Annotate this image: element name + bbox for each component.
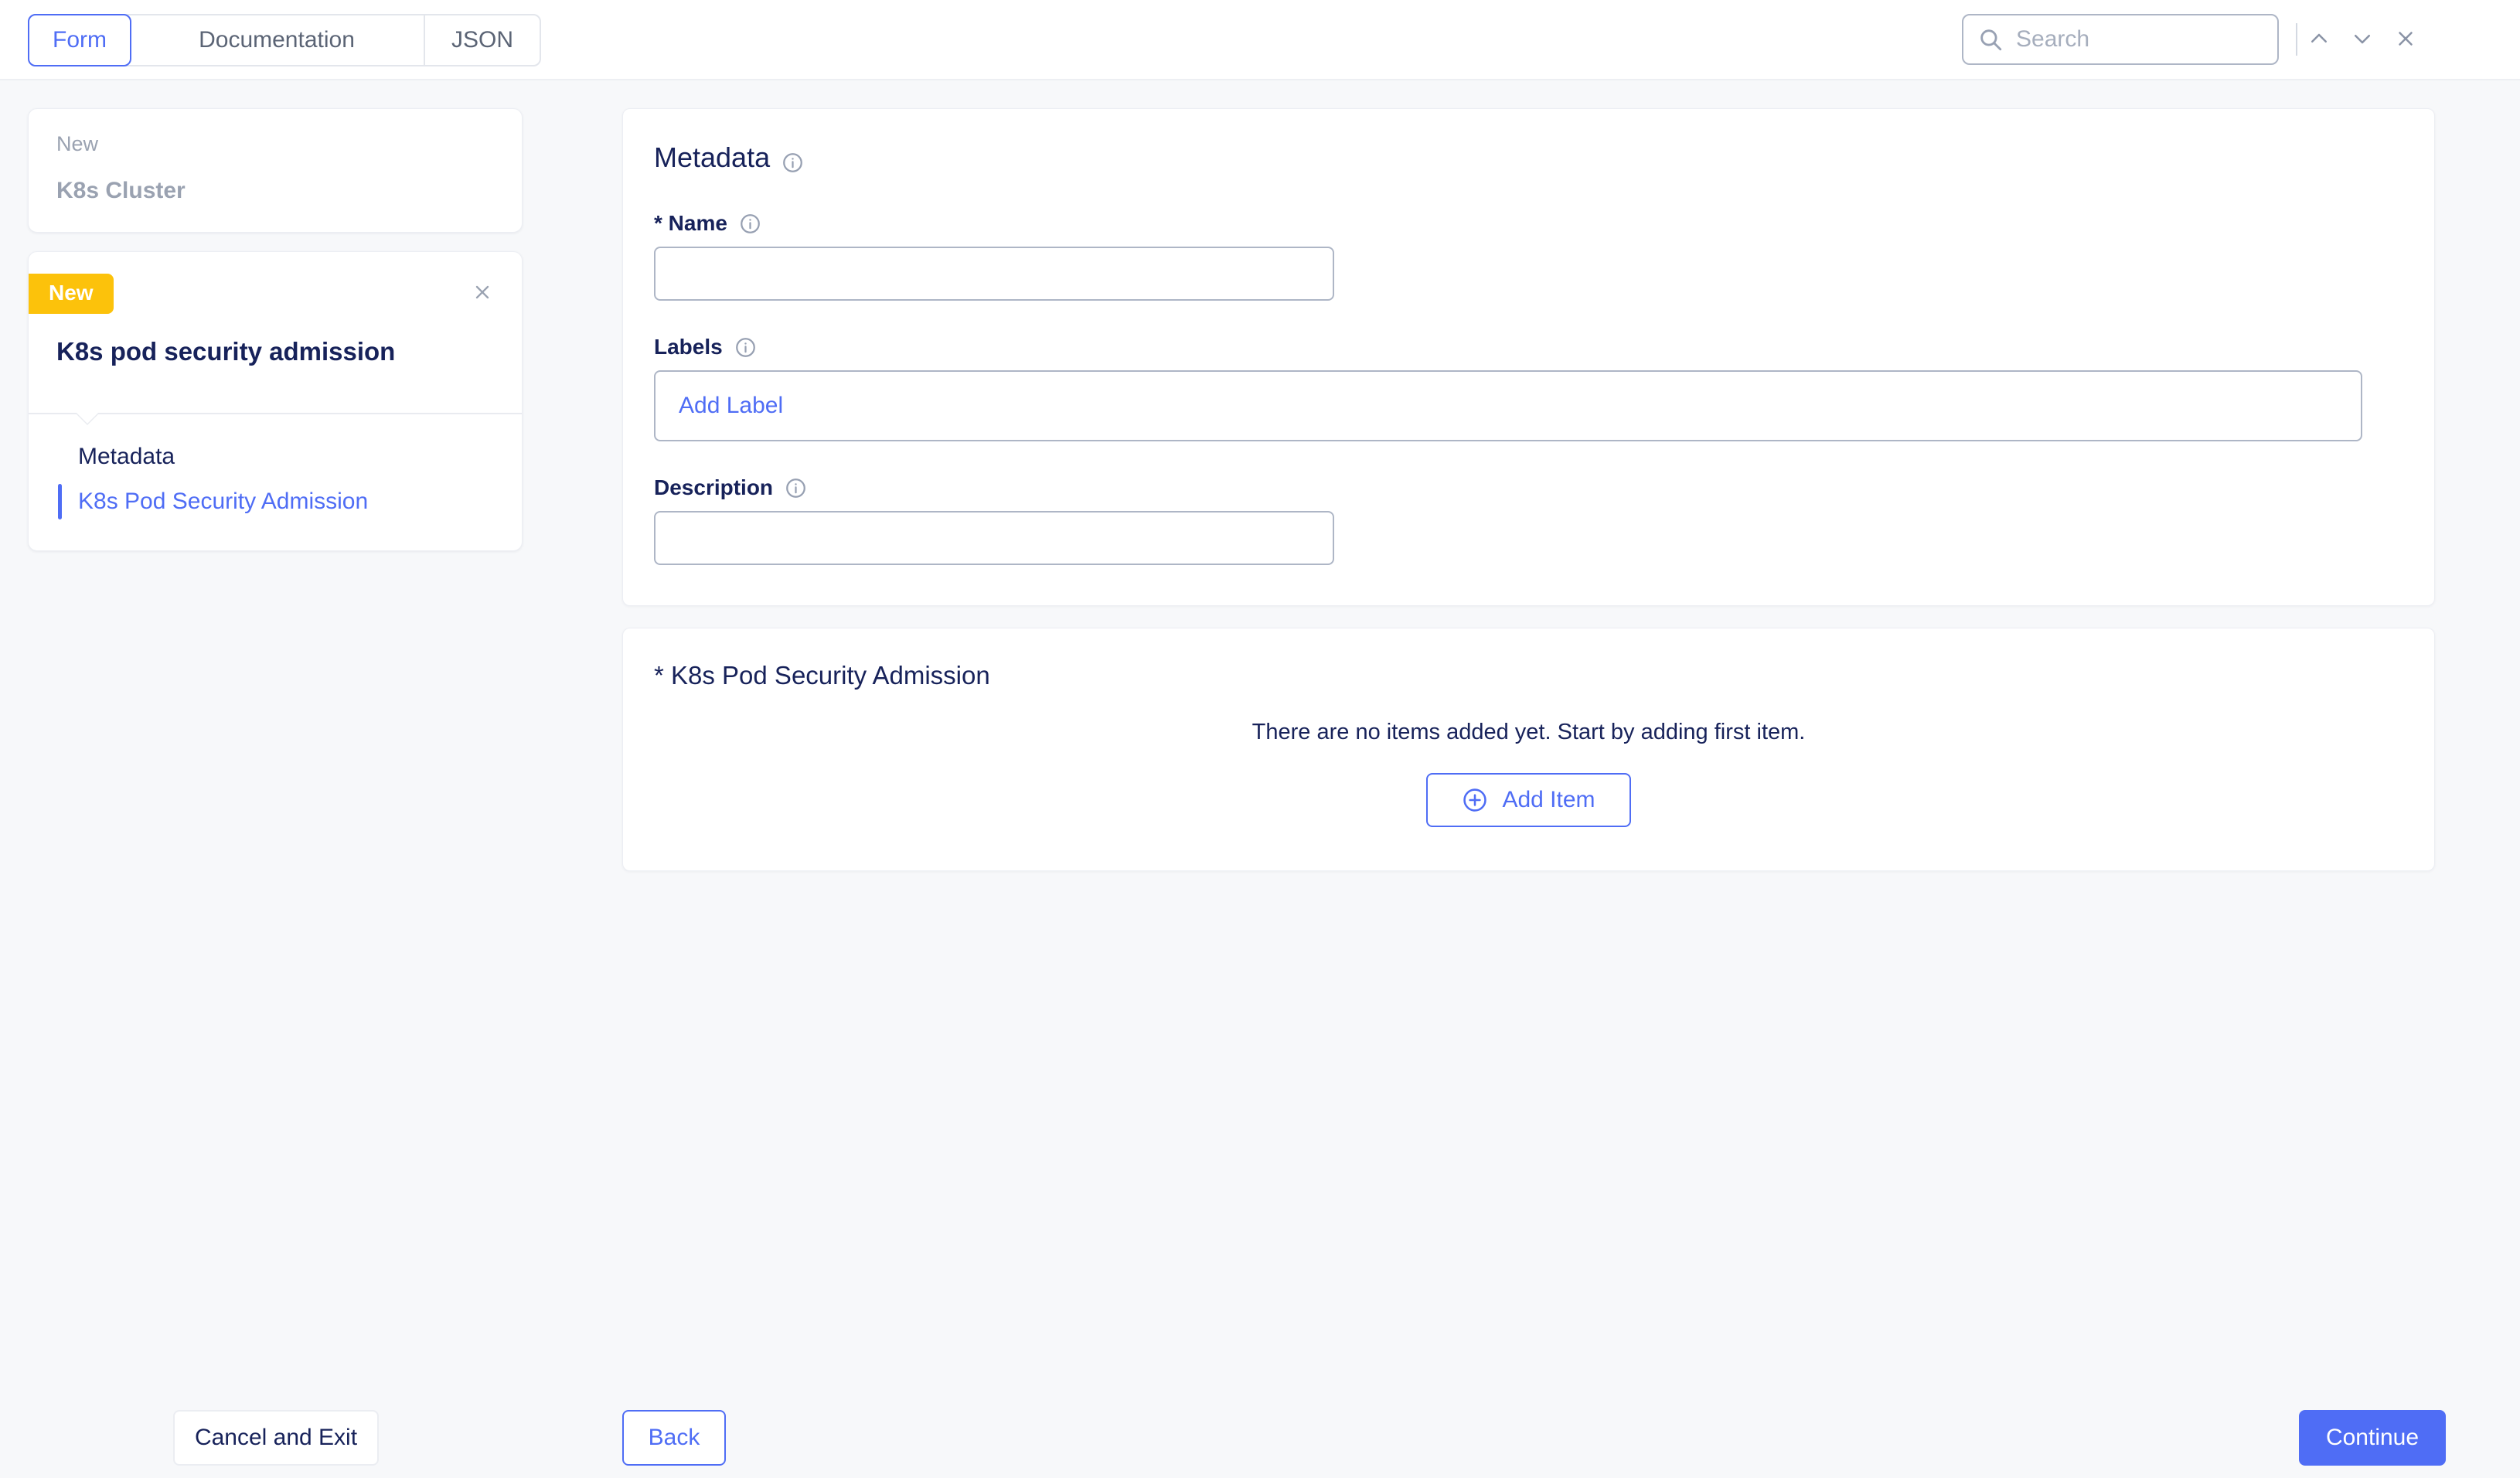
plus-circle-icon [1462, 787, 1488, 813]
wizard-card-header: New K8s pod security admission [29, 252, 522, 390]
info-icon[interactable] [782, 148, 803, 169]
labels-label: Labels [654, 335, 723, 359]
wizard-sidebar: New K8s Cluster New K8s pod security adm… [28, 108, 523, 551]
wizard-divider [29, 413, 522, 414]
labels-field-group: Labels Add Label [654, 335, 2403, 441]
wizard-close-button[interactable] [465, 275, 500, 311]
add-item-button[interactable]: Add Item [1426, 773, 1630, 827]
status-badge: New [29, 274, 114, 314]
top-bar: Form Documentation JSON [0, 0, 2520, 80]
wizard-step-card: New K8s pod security admission Metadata … [28, 251, 523, 551]
page-title: Metadata [654, 141, 770, 174]
search-input[interactable] [2014, 26, 2316, 53]
description-input[interactable] [654, 511, 1334, 565]
add-label-button[interactable]: Add Label [679, 393, 783, 419]
metadata-heading-row: Metadata [654, 141, 2403, 174]
description-field-group: Description [654, 475, 2403, 565]
info-icon[interactable] [735, 337, 756, 358]
name-label-row: * Name [654, 211, 2403, 236]
tab-form[interactable]: Form [28, 14, 131, 66]
search-box[interactable] [1962, 14, 2279, 65]
cluster-summary-card: New K8s Cluster [28, 108, 523, 233]
search-icon [1977, 26, 2004, 53]
description-label: Description [654, 475, 773, 500]
metadata-panel: Metadata * Name [622, 108, 2435, 606]
cluster-title: K8s Cluster [56, 178, 494, 204]
cancel-and-exit-button[interactable]: Cancel and Exit [173, 1410, 379, 1466]
empty-state: There are no items added yet. Start by a… [654, 698, 2403, 827]
description-label-row: Description [654, 475, 2403, 500]
sidebar-item-k8s-pod-security-admission[interactable]: K8s Pod Security Admission [29, 479, 522, 524]
tab-json[interactable]: JSON [424, 15, 540, 65]
labels-box: Add Label [654, 370, 2362, 441]
view-mode-tabs: Form Documentation JSON [28, 14, 541, 66]
wizard-nav: Metadata K8s Pod Security Admission [29, 414, 522, 550]
chevron-down-icon [2351, 27, 2374, 53]
empty-state-text: There are no items added yet. Start by a… [654, 720, 2403, 745]
search-toolbar [1962, 14, 2427, 65]
tab-documentation[interactable]: Documentation [130, 15, 424, 65]
continue-button[interactable]: Continue [2299, 1410, 2446, 1466]
labels-label-row: Labels [654, 335, 2403, 359]
close-icon [472, 281, 493, 305]
add-item-label: Add Item [1502, 787, 1595, 813]
chevron-up-icon [2307, 27, 2331, 53]
app-root: Form Documentation JSON [0, 0, 2520, 1478]
sidebar-item-metadata[interactable]: Metadata [29, 434, 522, 479]
items-panel: * K8s Pod Security Admission There are n… [622, 628, 2435, 871]
name-input[interactable] [654, 247, 1334, 301]
items-panel-title: * K8s Pod Security Admission [654, 661, 2403, 690]
wizard-notch-icon [75, 413, 100, 425]
close-icon [2394, 27, 2417, 53]
wizard-card-title: K8s pod security admission [29, 314, 522, 366]
name-label: * Name [654, 211, 727, 236]
main-content: Metadata * Name [622, 108, 2435, 871]
info-icon[interactable] [785, 478, 806, 499]
search-prev-button[interactable] [2297, 18, 2341, 61]
info-icon[interactable] [740, 213, 761, 234]
cluster-eyebrow: New [56, 132, 494, 156]
name-field-group: * Name [654, 211, 2403, 301]
wizard-footer: Cancel and Exit Back Continue [0, 1399, 2520, 1478]
back-button[interactable]: Back [622, 1410, 726, 1466]
search-close-button[interactable] [2384, 18, 2427, 61]
search-next-button[interactable] [2341, 18, 2384, 61]
